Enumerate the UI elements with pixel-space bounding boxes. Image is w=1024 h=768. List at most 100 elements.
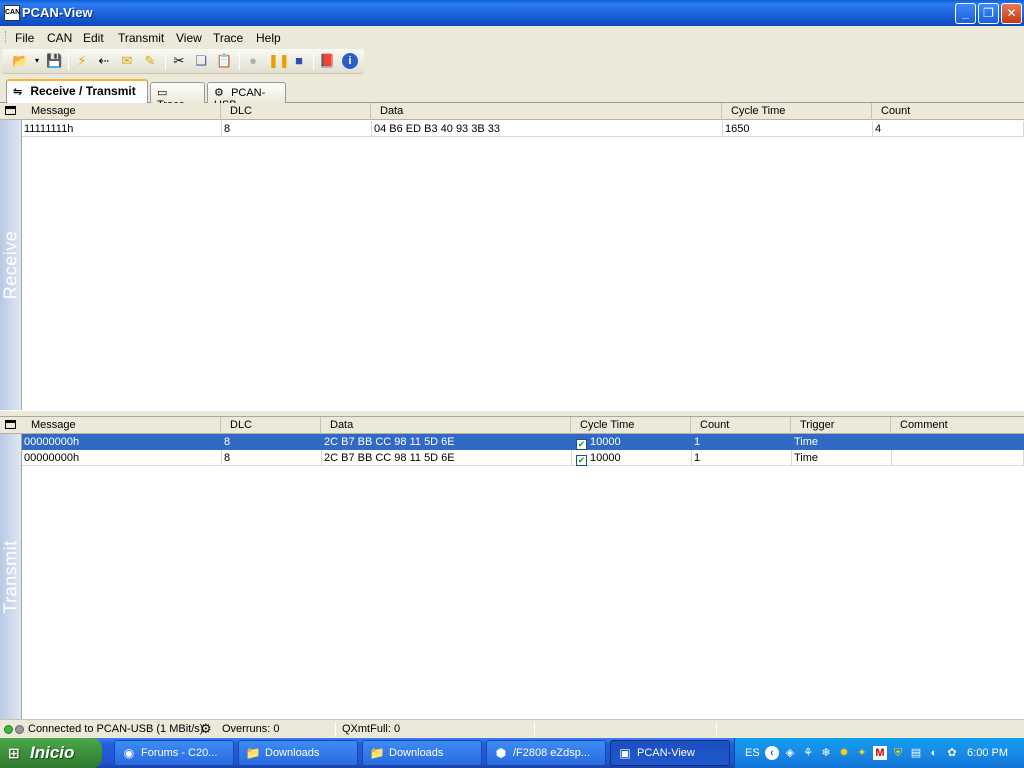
column-header-count[interactable]: Count (691, 417, 791, 434)
menu-view[interactable]: View (176, 31, 202, 45)
panel-splitter[interactable] (0, 410, 1024, 417)
open-dropdown-icon[interactable]: ▾ (29, 53, 45, 69)
title-bar[interactable]: CAN PCAN-View _ ❐ ✕ (0, 0, 1024, 26)
column-header-cycle-time[interactable]: Cycle Time (722, 103, 872, 120)
taskbar-item-downloads-2[interactable]: 📁 Downloads (362, 740, 482, 766)
tray-snowflake-icon[interactable]: ❄ (819, 746, 833, 760)
tray-volume-icon[interactable]: ◐ (927, 746, 941, 760)
cell-count: 4 (873, 121, 1024, 137)
taskbar-item-ezdsp[interactable]: ⬢ /F2808 eZdsp... (486, 740, 606, 766)
tab-trace[interactable]: ▭ Trace (150, 82, 205, 111)
cell-cycle-time: 1650 (723, 121, 873, 137)
grid-corner-icon[interactable] (5, 106, 16, 115)
column-header-data[interactable]: Data (371, 103, 722, 120)
tab-bar: ⇋ Receive / Transmit ▭ Trace ⚙ PCAN-USB (0, 79, 1024, 111)
menu-transmit[interactable]: Transmit (118, 31, 164, 45)
tab-pcan-usb[interactable]: ⚙ PCAN-USB (207, 82, 286, 111)
tab-receive-transmit[interactable]: ⇋ Receive / Transmit (6, 79, 148, 104)
help-book-icon[interactable]: 📕 (319, 53, 335, 69)
taskbar-item-downloads-1[interactable]: 📁 Downloads (238, 740, 358, 766)
cell-comment (892, 450, 1024, 466)
menu-trace[interactable]: Trace (213, 31, 243, 45)
disconnect-icon[interactable]: ⇠ (96, 53, 112, 69)
windows-flag-icon: ⊞ (8, 745, 20, 761)
grid-corner-icon[interactable] (5, 420, 16, 429)
cut-icon[interactable]: ✂ (171, 53, 187, 69)
table-row[interactable]: 11111111h 8 04 B6 ED B3 40 93 3B 33 1650… (22, 121, 1024, 137)
cell-trigger: Time (792, 434, 892, 450)
tray-star-icon[interactable]: ✦ (855, 746, 869, 760)
language-indicator[interactable]: ES (745, 747, 760, 759)
close-button[interactable]: ✕ (1001, 3, 1022, 24)
minimize-button[interactable]: _ (955, 3, 976, 24)
tray-shield-icon[interactable]: ⛨ (891, 746, 905, 760)
tray-network-icon[interactable]: ⚘ (801, 746, 815, 760)
menu-edit[interactable]: Edit (83, 31, 104, 45)
save-icon[interactable]: 💾 (46, 53, 62, 69)
tray-antivirus-icon[interactable]: M (873, 746, 887, 760)
cycle-time-value: 10000 (590, 452, 621, 464)
clock[interactable]: 6:00 PM (967, 747, 1008, 759)
menu-can[interactable]: CAN (47, 31, 72, 45)
transmit-grid-header: Message DLC Data Cycle Time Count Trigge… (0, 417, 1024, 434)
transmit-panel: Message DLC Data Cycle Time Count Trigge… (0, 417, 1024, 719)
tray-gear-icon[interactable]: ✹ (837, 746, 851, 760)
column-header-dlc[interactable]: DLC (221, 103, 371, 120)
table-row[interactable]: 00000000h 8 2C B7 BB CC 98 11 5D 6E ✔ 100… (22, 434, 1024, 450)
column-header-dlc[interactable]: DLC (221, 417, 321, 434)
copy-icon[interactable]: ❏ (193, 53, 209, 69)
trace-icon: ▭ (157, 87, 168, 99)
column-header-message[interactable]: Message (22, 103, 221, 120)
tray-display-icon[interactable]: ▤ (909, 746, 923, 760)
restore-button[interactable]: ❐ (978, 3, 999, 24)
open-icon[interactable]: 📂 (12, 53, 28, 69)
cycle-time-value: 10000 (590, 436, 621, 448)
connect-icon[interactable]: ⚡ (74, 53, 90, 69)
window-title: PCAN-View (22, 5, 93, 20)
enabled-checkbox[interactable]: ✔ (576, 455, 587, 466)
taskbar: ⊞ Inicio ◉ Forums - C20... 📁 Downloads 📁… (0, 738, 1024, 768)
folder-icon: 📁 (245, 746, 261, 760)
cell-data: 04 B6 ED B3 40 93 3B 33 (372, 121, 723, 137)
qxmtfull-status: QXmtFull: 0 (342, 723, 401, 735)
tray-cube-icon[interactable]: ◈ (783, 746, 797, 760)
cell-dlc: 8 (222, 434, 322, 450)
paste-icon[interactable]: 📋 (216, 53, 232, 69)
stop-icon[interactable]: ■ (291, 53, 307, 69)
enabled-checkbox[interactable]: ✔ (576, 439, 587, 450)
column-header-trigger[interactable]: Trigger (791, 417, 891, 434)
column-header-cycle-time[interactable]: Cycle Time (571, 417, 691, 434)
status-separator (534, 722, 535, 737)
transmit-side-label: Transmit (0, 434, 22, 719)
cell-message: 00000000h (22, 450, 222, 466)
cell-count: 1 (692, 450, 792, 466)
edit-message-icon[interactable]: ✎ (142, 53, 158, 69)
menu-grip[interactable] (5, 31, 7, 43)
tray-expand-icon[interactable]: ‹ (765, 746, 779, 760)
cell-dlc: 8 (222, 121, 372, 137)
menu-help[interactable]: Help (256, 31, 281, 45)
column-header-count[interactable]: Count (872, 103, 1024, 120)
tray-update-icon[interactable]: ✿ (945, 746, 959, 760)
toolbar-separator (313, 53, 314, 70)
receive-side-label: Receive (0, 120, 22, 410)
status-bar: Connected to PCAN-USB (1 MBit/s) ⚙ Overr… (0, 719, 1024, 738)
pcan-app-icon[interactable]: CAN (4, 5, 20, 21)
receive-transmit-icon: ⇋ (13, 86, 23, 98)
column-header-data[interactable]: Data (321, 417, 571, 434)
column-header-message[interactable]: Message (22, 417, 221, 434)
error-led-icon (15, 725, 24, 734)
info-icon[interactable]: i (342, 53, 358, 69)
table-row[interactable]: 00000000h 8 2C B7 BB CC 98 11 5D 6E ✔ 100… (22, 450, 1024, 466)
record-icon[interactable]: ● (245, 53, 261, 69)
column-header-comment[interactable]: Comment (891, 417, 1024, 434)
taskbar-item-chrome[interactable]: ◉ Forums - C20... (114, 740, 234, 766)
new-message-icon[interactable]: ✉ (119, 53, 135, 69)
usb-icon: ⚙ (214, 87, 224, 99)
menu-file[interactable]: File (15, 31, 34, 45)
pause-icon[interactable]: ❚❚ (268, 53, 290, 69)
cell-cycle-time: ✔ 10000 (572, 450, 692, 466)
taskbar-item-pcan-view[interactable]: ▣ PCAN-View (610, 740, 730, 766)
start-button[interactable]: ⊞ Inicio (0, 738, 102, 768)
cell-trigger: Time (792, 450, 892, 466)
